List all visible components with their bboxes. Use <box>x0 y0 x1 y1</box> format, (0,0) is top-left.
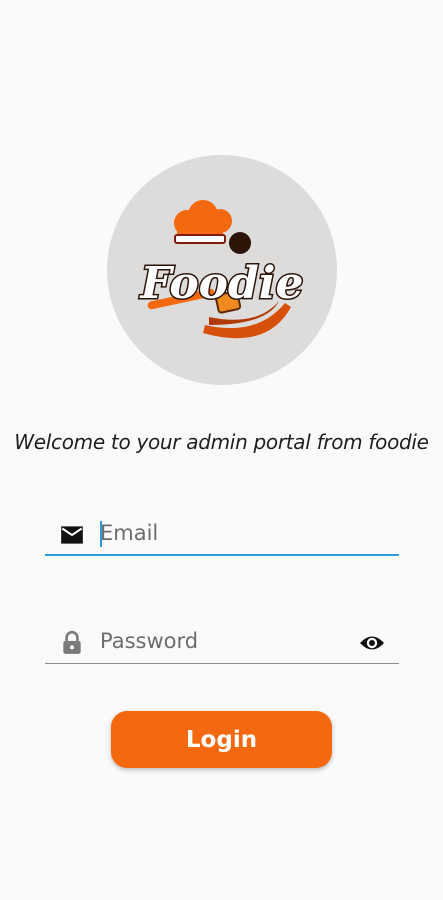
login-button[interactable]: Login <box>111 711 332 768</box>
email-underline <box>45 554 399 556</box>
svg-text:Foodie: Foodie <box>138 258 303 309</box>
password-field[interactable] <box>45 622 399 664</box>
eye-icon[interactable] <box>359 632 385 654</box>
email-input[interactable] <box>100 516 351 550</box>
foodie-logo-icon: Foodie <box>137 200 305 339</box>
lock-icon <box>63 630 81 654</box>
mail-icon <box>61 526 83 544</box>
password-underline <box>45 663 399 664</box>
logo: Foodie <box>107 155 337 385</box>
email-field[interactable] <box>45 514 399 556</box>
password-input[interactable] <box>100 624 351 658</box>
welcome-text: Welcome to your admin portal from foodie <box>14 430 429 454</box>
